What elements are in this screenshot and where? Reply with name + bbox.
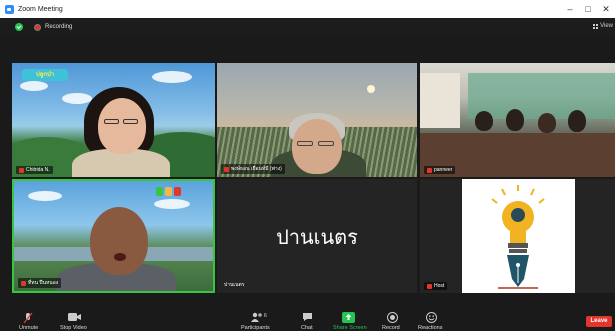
participant-name-label: Host	[424, 282, 448, 290]
wall-shape	[420, 73, 460, 128]
unmute-label: Unmute	[19, 325, 39, 331]
share-screen-icon	[342, 312, 355, 323]
attendee-figure	[568, 110, 586, 132]
chat-bubble-icon	[303, 313, 312, 321]
participant-name-label: panneer	[424, 166, 456, 174]
meeting-controls-toolbar: Unmute Stop Video 6 Participants Chat Sh…	[0, 303, 615, 331]
sun-shape	[367, 85, 375, 93]
cloud-shape	[20, 81, 48, 91]
cloud-shape	[28, 191, 62, 201]
smiley-icon	[426, 312, 437, 323]
video-tile-active-speaker[interactable]: ที่ทน ปืนหนอง	[12, 179, 215, 293]
view-button[interactable]: View	[593, 23, 613, 29]
cloud-shape	[62, 93, 92, 104]
participant-name-label: พงษ์ธอน เยือนท์มี (พ่าง)	[221, 164, 285, 174]
attendee-figure	[538, 113, 556, 133]
mic-muted-icon	[23, 312, 33, 324]
mic-muted-icon	[224, 166, 229, 172]
encryption-shield-icon[interactable]	[15, 23, 23, 31]
video-tile-panneet-off[interactable]: ปานเนตร ปานเนตร	[217, 179, 417, 293]
video-tile-second[interactable]: พงษ์ธอน เยือนท์มี (พ่าง)	[217, 63, 417, 177]
stop-video-label: Stop Video	[60, 325, 87, 331]
video-camera-icon	[68, 313, 81, 321]
window-controls: – □ ✕	[561, 0, 615, 18]
mic-muted-icon	[19, 167, 24, 173]
video-tile-host[interactable]: Host	[420, 179, 615, 293]
chat-label: Chat	[301, 325, 313, 331]
maximize-button[interactable]: □	[579, 0, 597, 18]
host-profile-card	[462, 179, 575, 293]
leave-button[interactable]: Leave	[586, 316, 612, 327]
participant-name-label: ที่ทน ปืนหนอง	[18, 278, 62, 288]
attendee-figure	[506, 109, 524, 131]
mic-muted-icon	[427, 167, 432, 173]
record-label: Record	[382, 325, 400, 331]
window-titlebar: Zoom Meeting – □ ✕	[0, 0, 615, 18]
meeting-top-bar: Recording View	[0, 18, 615, 36]
channel-logo: ปลูกป่า	[22, 69, 68, 81]
window-shape	[468, 73, 615, 119]
cloud-shape	[152, 71, 192, 83]
grid-view-icon	[593, 23, 599, 29]
cloud-shape	[154, 199, 190, 209]
reactions-label: Reactions	[418, 325, 443, 331]
recording-label: Recording	[45, 24, 73, 30]
close-button[interactable]: ✕	[597, 0, 615, 18]
minimize-button[interactable]: –	[561, 0, 579, 18]
participants-icon	[251, 312, 262, 322]
participant-display-name: ปานเนตร	[276, 225, 358, 249]
video-tile-chitrida[interactable]: ปลูกป่า Chitrida N.	[12, 63, 215, 177]
mic-muted-icon	[21, 280, 26, 286]
participant-name-label: ปานเนตร	[224, 282, 245, 288]
participants-count: 6	[264, 313, 267, 319]
recording-dot-icon	[34, 23, 41, 31]
share-screen-label: Share Screen	[333, 325, 367, 331]
view-label: View	[600, 23, 613, 29]
attendee-figure	[475, 111, 493, 131]
lightbulb-pen-icon	[491, 185, 545, 289]
record-icon	[387, 312, 398, 323]
video-tile-panneer[interactable]: panneer	[420, 63, 615, 177]
window-title: Zoom Meeting	[18, 5, 63, 13]
participant-name-label: Chitrida N.	[16, 166, 53, 174]
zoom-app-icon	[5, 4, 14, 14]
participants-label: Participants	[241, 325, 270, 331]
speaker-badges	[156, 187, 181, 196]
mic-muted-icon	[427, 283, 432, 289]
